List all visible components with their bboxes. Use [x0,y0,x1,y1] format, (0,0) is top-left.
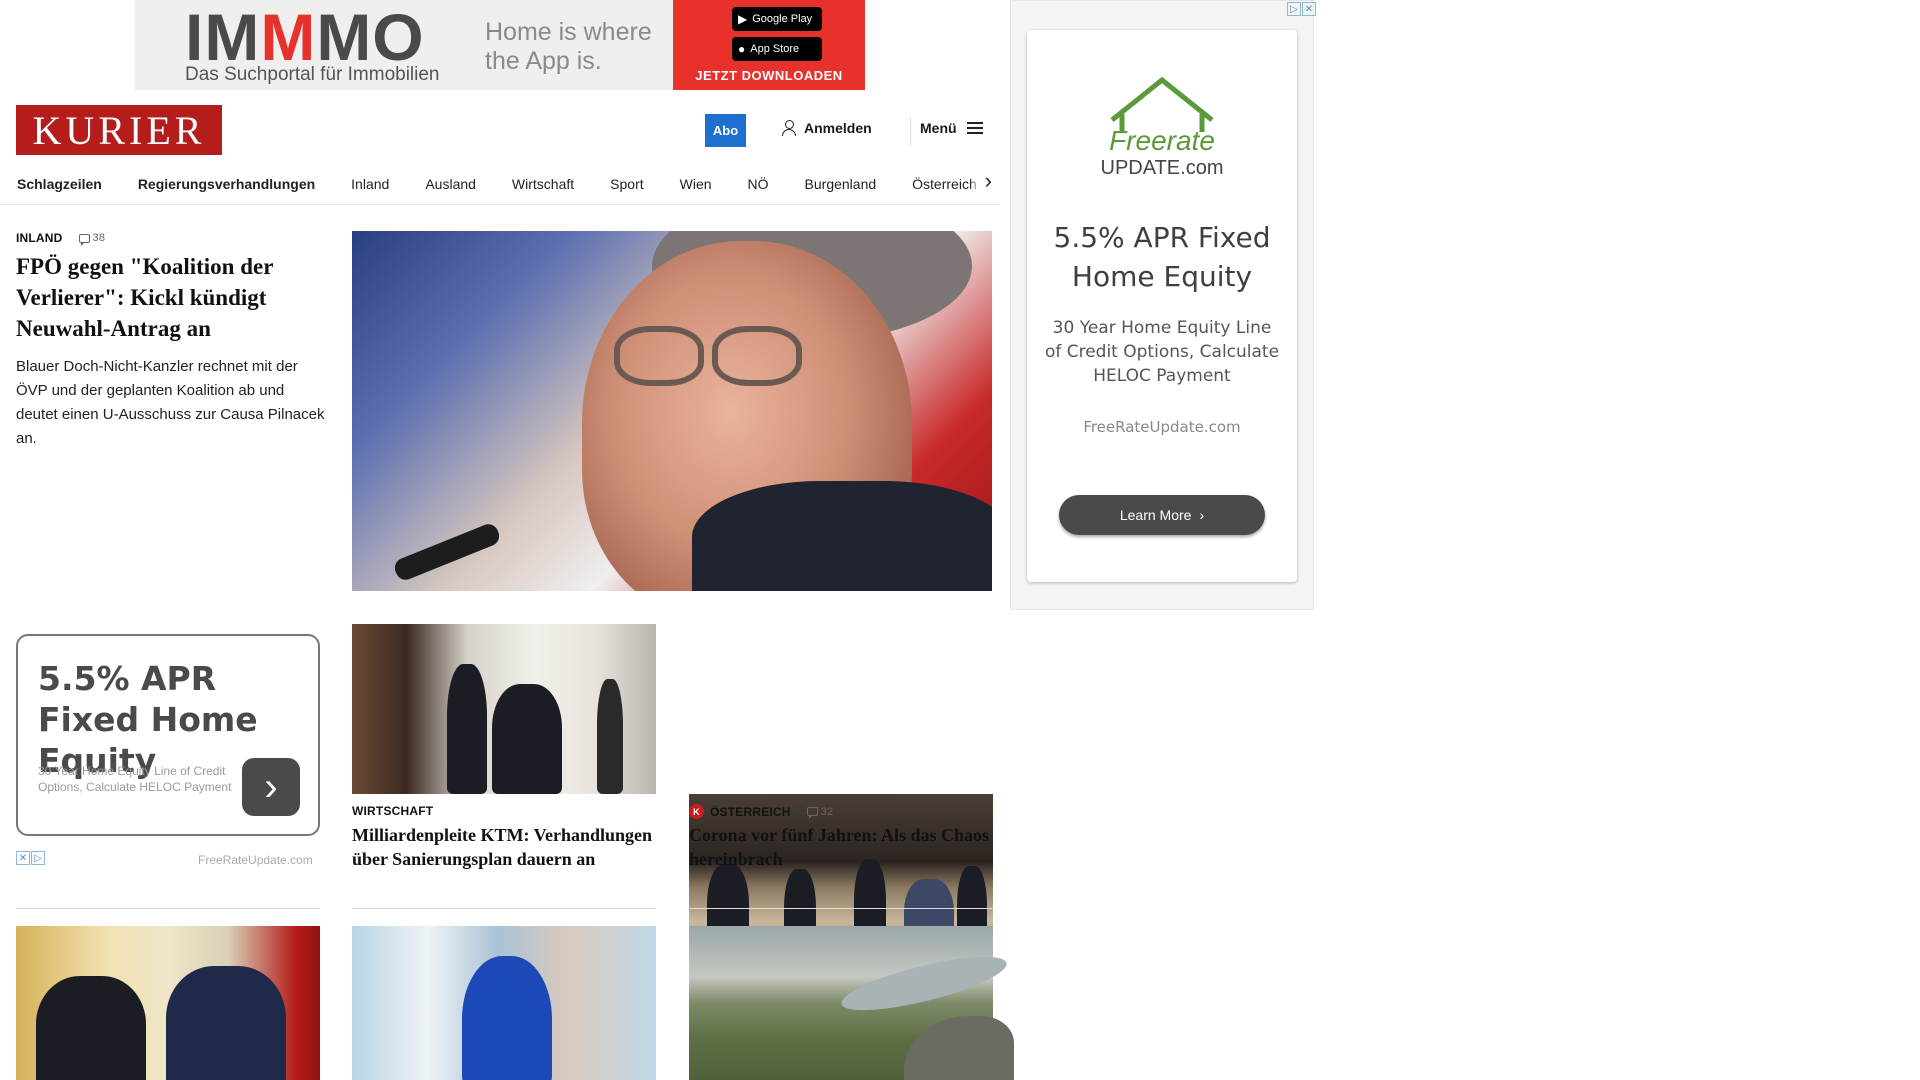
content-ad-url[interactable]: FreeRateUpdate.com [198,853,313,867]
menu-label: Menü [920,120,957,136]
content-ad-desc: 30 Year Home Equity Line of Credit Optio… [38,764,232,794]
google-play-badge[interactable]: ▶ Google Play [732,7,822,31]
top-banner-ad[interactable]: IMMMO Das Suchportal für Immobilien Home… [135,0,865,90]
nav-item-wien[interactable]: Wien [662,176,730,192]
freerate-logo: Freerate UPDATE.com [1101,76,1224,179]
freerate-logo-top: Freerate [1109,125,1215,156]
row-divider [352,908,656,909]
side-ad-desc: 30 Year Home Equity Line of Credit Optio… [1044,318,1280,386]
close-icon[interactable]: ✕ [16,851,30,865]
side-ad-url: FreeRateUpdate.com [1083,418,1241,436]
nav-item-wirtschaft[interactable]: Wirtschaft [494,176,592,192]
corona-kicker[interactable]: K ÖSTERREICH 32 [689,804,833,819]
comment-count[interactable]: 38 [78,232,106,246]
image-suit [692,481,992,591]
content-ad-arrow-button[interactable]: › [242,758,300,816]
ktm-headline[interactable]: Milliardenpleite KTM: Verhandlungen über… [352,823,656,871]
image-figure [492,684,562,794]
section-nav: Schlagzeilen Regierungsverhandlungen Inl… [16,168,988,200]
image-camera [597,679,623,794]
ad-slogan: Home is where the App is. [485,18,652,75]
immmo-subtitle: Das Suchportal für Immobilien [185,64,440,85]
nav-scroll-right[interactable]: › [970,166,992,196]
side-ad-controls: ▷ ✕ [1287,2,1316,16]
nav-item-regierungsverhandlungen[interactable]: Regierungsverhandlungen [120,176,333,192]
nav-item-burgenland[interactable]: Burgenland [787,176,895,192]
image-glasses [614,326,704,386]
nav-item-schlagzeilen[interactable]: Schlagzeilen [16,176,120,192]
nav-item-inland[interactable]: Inland [333,176,407,192]
image-figure [36,976,146,1080]
play-icon: ▶ [738,12,748,26]
app-store-badge[interactable]: ● App Store [732,37,822,61]
adchoices-icon[interactable]: ▷ [31,851,45,865]
nav-item-ausland[interactable]: Ausland [407,176,494,192]
chevron-right-icon: › [984,168,992,193]
header-divider [910,117,911,145]
ktm-kicker[interactable]: WIRTSCHAFT [352,804,433,818]
freerate-logo-bottom: UPDATE.com [1101,157,1224,179]
image-figure [447,664,487,794]
menu-button[interactable]: Menü [920,120,983,136]
nav-item-noe[interactable]: NÖ [730,176,787,192]
kurier-logo[interactable]: KURIER [16,105,222,155]
comment-icon [78,233,90,246]
lead-teaser[interactable]: Blauer Doch-Nicht-Kanzler rechnet mit de… [16,355,326,451]
image-glasses [712,326,802,386]
side-ad-title: 5.5% APR Fixed Home Equity [1053,221,1271,293]
corona-headline[interactable]: Corona vor fünf Jahren: Als das Chaos he… [689,823,993,871]
row-divider [16,908,320,909]
image-river [837,945,1011,1022]
lead-section[interactable]: INLAND [16,231,63,245]
ad-download-panel[interactable]: ▶ Google Play ● App Store JETZT DOWNLOADEN [673,0,865,90]
lead-image[interactable] [352,231,992,591]
nav-item-sport[interactable]: Sport [592,176,661,192]
apple-icon: ● [738,42,746,56]
blue-dress-image[interactable] [352,926,656,1080]
image-figure [462,956,552,1080]
corona-section[interactable]: ÖSTERREICH [710,805,791,819]
close-icon[interactable]: ✕ [1302,2,1316,16]
menu-icon [966,122,983,134]
immmo-logo: IMMMO [185,0,425,74]
abo-button[interactable]: Abo [705,114,746,147]
content-ad-controls: ✕ ▷ [16,851,45,865]
side-ad-card[interactable]: Freerate UPDATE.com 5.5% APR Fixed Home … [1027,30,1297,582]
chevron-right-icon: › [264,764,278,809]
image-figure [166,966,286,1080]
learn-more-label: Learn More [1119,507,1192,523]
side-ad[interactable]: ▷ ✕ Freerate UPDATE.com 5.5% APR Fixed H… [1010,0,1316,610]
lead-kicker[interactable]: INLAND 38 [16,231,106,246]
image-microphone [391,521,503,583]
image-rock [904,1016,1014,1080]
lead-headline[interactable]: FPÖ gegen "Koalition der Verlierer": Kic… [16,251,316,344]
user-icon [782,120,796,136]
row-divider [689,908,993,909]
adchoices-icon[interactable]: ▷ [1287,2,1301,16]
trump-macron-image[interactable] [16,926,320,1080]
kurier-plus-badge: K [689,804,704,819]
ktm-image[interactable] [352,624,656,794]
chevron-right-icon: › [1199,507,1205,523]
content-ad[interactable]: 5.5% APR Fixed Home Equity 30 Year Home … [16,634,320,836]
landscape-image[interactable] [689,926,1014,1080]
comment-count[interactable]: 32 [806,806,834,819]
learn-more-button[interactable]: Learn More › [1059,495,1265,535]
ad-download-cta[interactable]: JETZT DOWNLOADEN [673,68,865,83]
login-label: Anmelden [804,120,872,136]
nav-divider-line [0,204,1000,205]
login-button[interactable]: Anmelden [782,120,872,136]
comment-icon [806,807,818,819]
